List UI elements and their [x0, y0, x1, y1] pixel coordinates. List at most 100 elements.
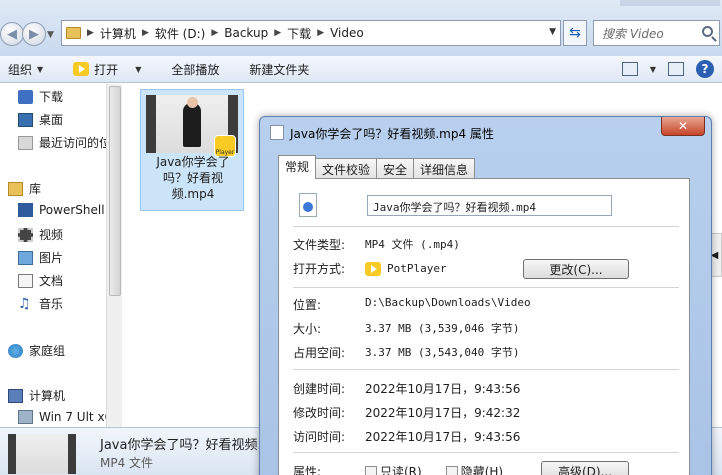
- tab-checksum[interactable]: 文件校验: [315, 158, 378, 179]
- accessed-label: 访问时间:: [293, 430, 346, 444]
- powershell-icon: [18, 203, 33, 217]
- row-location: 位置: D:\Backup\Downloads\Video: [293, 296, 531, 313]
- recent-places-icon: [18, 135, 33, 150]
- row-open-with: 打开方式: PotPlayer: [293, 260, 447, 277]
- tab-details[interactable]: 详细信息: [413, 158, 476, 179]
- nav-label: 家庭组: [29, 344, 66, 358]
- file-item[interactable]: Player Java你学会了吗？好看视频.mp4: [140, 89, 244, 211]
- readonly-label: 只读(R): [380, 465, 422, 475]
- nav-item-computer[interactable]: 计算机: [8, 387, 65, 404]
- view-options-icon[interactable]: [621, 62, 638, 76]
- location-value: D:\Backup\Downloads\Video: [365, 296, 531, 309]
- navigation-pane: 下载 桌面 最近访问的位 库 PowerShell 视频 图片 文档 ♫ 音乐 …: [0, 84, 122, 427]
- nav-label: 库: [29, 182, 42, 196]
- breadcrumb-computer[interactable]: 计算机: [100, 25, 136, 42]
- chevron-right-icon[interactable]: ▶: [317, 28, 324, 38]
- breadcrumb-downloads[interactable]: 下载: [287, 25, 311, 42]
- nav-item-libraries[interactable]: 库: [8, 180, 41, 197]
- folder-icon: [66, 27, 81, 39]
- search-icon[interactable]: [702, 26, 713, 37]
- chevron-right-icon[interactable]: ▶: [211, 28, 218, 38]
- breadcrumb-video[interactable]: Video: [330, 26, 364, 40]
- file-name: Java你学会了吗？好看视频.mp4: [156, 155, 230, 201]
- nav-item-homegroup[interactable]: 家庭组: [8, 342, 65, 359]
- chevron-right-icon[interactable]: ▶: [142, 28, 149, 38]
- chevron-down-icon[interactable]: ▼: [650, 65, 656, 74]
- modified-label: 修改时间:: [293, 406, 346, 420]
- nav-scrollbar[interactable]: [106, 84, 122, 427]
- address-dropdown-icon[interactable]: ▼: [549, 27, 556, 37]
- size-on-disk-value: 3.37 MB (3,543,040 字节): [365, 346, 520, 359]
- details-frame: [16, 434, 68, 474]
- readonly-checkbox[interactable]: 只读(R): [365, 463, 422, 475]
- tab-security[interactable]: 安全: [376, 158, 415, 179]
- nav-label: Win 7 Ult x6: [39, 410, 113, 424]
- videos-icon: [18, 227, 33, 242]
- row-file-type: 文件类型: MP4 文件 (.mp4): [293, 236, 460, 253]
- new-folder-button[interactable]: 新建文件夹: [249, 61, 309, 78]
- chevron-right-icon[interactable]: ▶: [274, 28, 281, 38]
- row-accessed: 访问时间: 2022年10月17日，9:43:56: [293, 428, 520, 445]
- back-button[interactable]: ◀: [0, 22, 24, 46]
- forward-button[interactable]: ▶: [22, 22, 46, 46]
- open-with-label: 打开方式:: [293, 262, 346, 276]
- breadcrumb-backup[interactable]: Backup: [224, 26, 268, 40]
- file-type-label: 文件类型:: [293, 238, 346, 252]
- chevron-right-icon[interactable]: ▶: [87, 28, 94, 38]
- nav-item-drive-c[interactable]: Win 7 Ult x6: [18, 410, 112, 424]
- row-size: 大小: 3.37 MB (3,539,046 字节): [293, 320, 519, 337]
- nav-item-pictures[interactable]: 图片: [18, 249, 63, 266]
- search-input[interactable]: 搜索 Video: [593, 20, 720, 46]
- nav-scrollbar-thumb[interactable]: [109, 86, 121, 296]
- nav-label: 桌面: [39, 113, 64, 127]
- tab-general[interactable]: 常规: [278, 155, 317, 179]
- help-icon[interactable]: ?: [696, 60, 714, 78]
- nav-item-music[interactable]: ♫ 音乐: [18, 295, 63, 312]
- music-icon: ♫: [18, 295, 31, 312]
- refresh-icon: ⇆: [569, 25, 581, 41]
- checkbox-box[interactable]: [365, 466, 377, 475]
- location-label: 位置:: [293, 298, 322, 312]
- drive-icon: [18, 410, 33, 424]
- close-button[interactable]: ✕: [661, 117, 705, 136]
- nav-item-documents[interactable]: 文档: [18, 272, 63, 289]
- nav-item-downloads[interactable]: 下载: [18, 88, 63, 105]
- filename-field[interactable]: Java你学会了吗？好看视频.mp4: [367, 195, 612, 216]
- address-bar[interactable]: ▶ 计算机 ▶ 软件 (D:) ▶ Backup ▶ 下载 ▶ Video ▼: [61, 20, 561, 46]
- divider: [293, 369, 679, 370]
- window-frame-strip: [620, 0, 720, 6]
- back-arrow-icon: ◀: [7, 26, 17, 42]
- hidden-checkbox[interactable]: 隐藏(H): [445, 463, 504, 475]
- presenter-figure: [183, 97, 201, 147]
- play-all-button[interactable]: 全部播放: [171, 61, 219, 78]
- nav-item-desktop[interactable]: 桌面: [18, 111, 63, 128]
- library-icon: [8, 181, 23, 196]
- checkbox-box[interactable]: [445, 466, 458, 475]
- advanced-button[interactable]: 高级(D)...: [541, 461, 629, 475]
- nav-label: 最近访问的位: [39, 136, 112, 150]
- refresh-button[interactable]: ⇆: [563, 20, 587, 46]
- file-icon: [270, 125, 284, 140]
- nav-label: PowerShell: [39, 203, 105, 217]
- potplayer-icon: [365, 261, 381, 276]
- change-button[interactable]: 更改(C)...: [523, 259, 629, 279]
- nav-item-videos[interactable]: 视频: [18, 226, 63, 243]
- nav-label: 图片: [39, 251, 64, 265]
- breadcrumb-drive-d[interactable]: 软件 (D:): [155, 25, 205, 42]
- size-label: 大小:: [293, 322, 322, 336]
- open-label: 打开: [94, 62, 119, 77]
- details-file-type: MP4 文件: [100, 456, 154, 470]
- forward-arrow-icon: ▶: [29, 26, 39, 42]
- organize-button[interactable]: 组织 ▼: [8, 61, 43, 78]
- nav-item-powershell[interactable]: PowerShell: [18, 203, 105, 217]
- open-button[interactable]: 打开 ▼: [73, 61, 141, 78]
- nav-item-recent[interactable]: 最近访问的位: [18, 134, 111, 151]
- nav-label: 音乐: [39, 297, 64, 311]
- size-value: 3.37 MB (3,539,046 字节): [365, 322, 520, 335]
- preview-pane-icon[interactable]: [668, 62, 684, 76]
- search-placeholder: 搜索 Video: [602, 26, 664, 41]
- chevron-down-icon[interactable]: ▼: [135, 65, 141, 74]
- history-dropdown-icon[interactable]: ▼: [47, 30, 54, 40]
- computer-icon: [8, 388, 23, 403]
- hidden-label: 隐藏(H): [460, 465, 504, 475]
